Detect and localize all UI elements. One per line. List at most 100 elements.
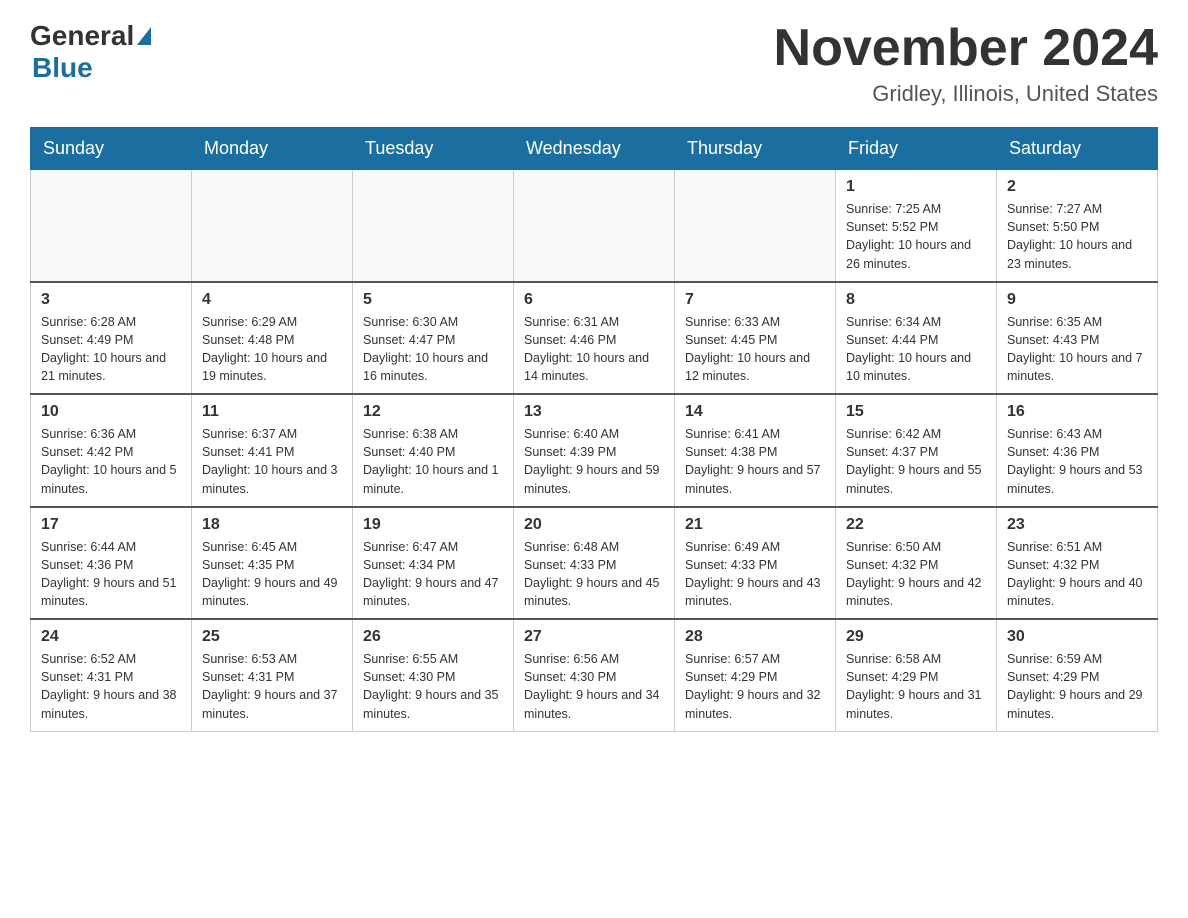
calendar-week-row: 3 Sunrise: 6:28 AM Sunset: 4:49 PM Daylig… [31, 282, 1158, 395]
day-number: 30 [1007, 628, 1147, 646]
weekday-header-monday: Monday [192, 128, 353, 170]
day-info: Sunrise: 6:59 AM Sunset: 4:29 PM Dayligh… [1007, 650, 1147, 723]
day-info: Sunrise: 6:36 AM Sunset: 4:42 PM Dayligh… [41, 425, 181, 498]
logo-blue-text: Blue [32, 52, 93, 83]
day-number: 19 [363, 516, 503, 534]
day-number: 1 [846, 178, 986, 196]
day-number: 11 [202, 403, 342, 421]
day-number: 18 [202, 516, 342, 534]
day-info: Sunrise: 6:28 AM Sunset: 4:49 PM Dayligh… [41, 313, 181, 386]
day-info: Sunrise: 6:58 AM Sunset: 4:29 PM Dayligh… [846, 650, 986, 723]
calendar-cell: 20Sunrise: 6:48 AM Sunset: 4:33 PM Dayli… [514, 507, 675, 620]
day-number: 21 [685, 516, 825, 534]
day-info: Sunrise: 6:44 AM Sunset: 4:36 PM Dayligh… [41, 538, 181, 611]
weekday-header-saturday: Saturday [997, 128, 1158, 170]
calendar-cell: 27 Sunrise: 6:56 AM Sunset: 4:30 PM Dayli… [514, 619, 675, 731]
day-number: 28 [685, 628, 825, 646]
day-number: 20 [524, 516, 664, 534]
calendar-cell: 18 Sunrise: 6:45 AM Sunset: 4:35 PM Dayli… [192, 507, 353, 620]
day-number: 3 [41, 291, 181, 309]
calendar-cell [514, 170, 675, 282]
month-title: November 2024 [774, 20, 1158, 77]
calendar-cell: 14 Sunrise: 6:41 AM Sunset: 4:38 PM Dayli… [675, 394, 836, 507]
day-info: Sunrise: 6:33 AM Sunset: 4:45 PM Dayligh… [685, 313, 825, 386]
day-number: 25 [202, 628, 342, 646]
day-info: Sunrise: 6:30 AM Sunset: 4:47 PM Dayligh… [363, 313, 503, 386]
day-info: Sunrise: 6:29 AM Sunset: 4:48 PM Dayligh… [202, 313, 342, 386]
calendar-cell: 13Sunrise: 6:40 AM Sunset: 4:39 PM Dayli… [514, 394, 675, 507]
calendar-cell: 8Sunrise: 6:34 AM Sunset: 4:44 PM Daylig… [836, 282, 997, 395]
calendar-cell: 7 Sunrise: 6:33 AM Sunset: 4:45 PM Daylig… [675, 282, 836, 395]
calendar-cell: 15 Sunrise: 6:42 AM Sunset: 4:37 PM Dayli… [836, 394, 997, 507]
day-info: Sunrise: 6:35 AM Sunset: 4:43 PM Dayligh… [1007, 313, 1147, 386]
calendar-cell: 23 Sunrise: 6:51 AM Sunset: 4:32 PM Dayli… [997, 507, 1158, 620]
day-info: Sunrise: 6:52 AM Sunset: 4:31 PM Dayligh… [41, 650, 181, 723]
day-number: 27 [524, 628, 664, 646]
day-info: Sunrise: 6:49 AM Sunset: 4:33 PM Dayligh… [685, 538, 825, 611]
calendar-table: SundayMondayTuesdayWednesdayThursdayFrid… [30, 127, 1158, 732]
calendar-cell: 17 Sunrise: 6:44 AM Sunset: 4:36 PM Dayli… [31, 507, 192, 620]
day-number: 26 [363, 628, 503, 646]
day-info: Sunrise: 6:38 AM Sunset: 4:40 PM Dayligh… [363, 425, 503, 498]
calendar-cell: 25 Sunrise: 6:53 AM Sunset: 4:31 PM Dayli… [192, 619, 353, 731]
calendar-cell: 12 Sunrise: 6:38 AM Sunset: 4:40 PM Dayli… [353, 394, 514, 507]
calendar-cell: 5Sunrise: 6:30 AM Sunset: 4:47 PM Daylig… [353, 282, 514, 395]
weekday-header-sunday: Sunday [31, 128, 192, 170]
calendar-cell: 6 Sunrise: 6:31 AM Sunset: 4:46 PM Daylig… [514, 282, 675, 395]
day-info: Sunrise: 6:40 AM Sunset: 4:39 PM Dayligh… [524, 425, 664, 498]
day-number: 12 [363, 403, 503, 421]
day-info: Sunrise: 6:41 AM Sunset: 4:38 PM Dayligh… [685, 425, 825, 498]
day-number: 15 [846, 403, 986, 421]
calendar-cell: 1Sunrise: 7:25 AM Sunset: 5:52 PM Daylig… [836, 170, 997, 282]
calendar-cell [353, 170, 514, 282]
day-info: Sunrise: 6:51 AM Sunset: 4:32 PM Dayligh… [1007, 538, 1147, 611]
day-info: Sunrise: 6:56 AM Sunset: 4:30 PM Dayligh… [524, 650, 664, 723]
calendar-cell: 21 Sunrise: 6:49 AM Sunset: 4:33 PM Dayli… [675, 507, 836, 620]
weekday-header-friday: Friday [836, 128, 997, 170]
day-number: 24 [41, 628, 181, 646]
day-info: Sunrise: 7:27 AM Sunset: 5:50 PM Dayligh… [1007, 200, 1147, 273]
day-number: 2 [1007, 178, 1147, 196]
day-info: Sunrise: 6:45 AM Sunset: 4:35 PM Dayligh… [202, 538, 342, 611]
day-info: Sunrise: 6:57 AM Sunset: 4:29 PM Dayligh… [685, 650, 825, 723]
calendar-week-row: 10Sunrise: 6:36 AM Sunset: 4:42 PM Dayli… [31, 394, 1158, 507]
day-info: Sunrise: 6:31 AM Sunset: 4:46 PM Dayligh… [524, 313, 664, 386]
calendar-week-row: 1Sunrise: 7:25 AM Sunset: 5:52 PM Daylig… [31, 170, 1158, 282]
calendar-cell: 28 Sunrise: 6:57 AM Sunset: 4:29 PM Dayli… [675, 619, 836, 731]
calendar-cell [31, 170, 192, 282]
weekday-header-wednesday: Wednesday [514, 128, 675, 170]
day-info: Sunrise: 6:55 AM Sunset: 4:30 PM Dayligh… [363, 650, 503, 723]
weekday-header-row: SundayMondayTuesdayWednesdayThursdayFrid… [31, 128, 1158, 170]
calendar-week-row: 17 Sunrise: 6:44 AM Sunset: 4:36 PM Dayli… [31, 507, 1158, 620]
day-number: 22 [846, 516, 986, 534]
location-subtitle: Gridley, Illinois, United States [774, 81, 1158, 107]
day-info: Sunrise: 6:43 AM Sunset: 4:36 PM Dayligh… [1007, 425, 1147, 498]
calendar-week-row: 24 Sunrise: 6:52 AM Sunset: 4:31 PM Dayli… [31, 619, 1158, 731]
day-number: 7 [685, 291, 825, 309]
calendar-cell: 16 Sunrise: 6:43 AM Sunset: 4:36 PM Dayli… [997, 394, 1158, 507]
day-number: 8 [846, 291, 986, 309]
day-number: 6 [524, 291, 664, 309]
day-info: Sunrise: 6:53 AM Sunset: 4:31 PM Dayligh… [202, 650, 342, 723]
day-number: 4 [202, 291, 342, 309]
calendar-cell: 11 Sunrise: 6:37 AM Sunset: 4:41 PM Dayli… [192, 394, 353, 507]
day-number: 17 [41, 516, 181, 534]
weekday-header-tuesday: Tuesday [353, 128, 514, 170]
day-info: Sunrise: 6:50 AM Sunset: 4:32 PM Dayligh… [846, 538, 986, 611]
calendar-cell [675, 170, 836, 282]
calendar-cell: 26 Sunrise: 6:55 AM Sunset: 4:30 PM Dayli… [353, 619, 514, 731]
calendar-cell [192, 170, 353, 282]
weekday-header-thursday: Thursday [675, 128, 836, 170]
calendar-cell: 2 Sunrise: 7:27 AM Sunset: 5:50 PM Daylig… [997, 170, 1158, 282]
day-number: 23 [1007, 516, 1147, 534]
title-area: November 2024 Gridley, Illinois, United … [774, 20, 1158, 107]
day-number: 29 [846, 628, 986, 646]
day-number: 14 [685, 403, 825, 421]
logo-general-text: General [30, 20, 134, 52]
day-info: Sunrise: 6:42 AM Sunset: 4:37 PM Dayligh… [846, 425, 986, 498]
calendar-cell: 4 Sunrise: 6:29 AM Sunset: 4:48 PM Daylig… [192, 282, 353, 395]
calendar-cell: 24 Sunrise: 6:52 AM Sunset: 4:31 PM Dayli… [31, 619, 192, 731]
day-number: 16 [1007, 403, 1147, 421]
day-info: Sunrise: 6:37 AM Sunset: 4:41 PM Dayligh… [202, 425, 342, 498]
calendar-cell: 3 Sunrise: 6:28 AM Sunset: 4:49 PM Daylig… [31, 282, 192, 395]
